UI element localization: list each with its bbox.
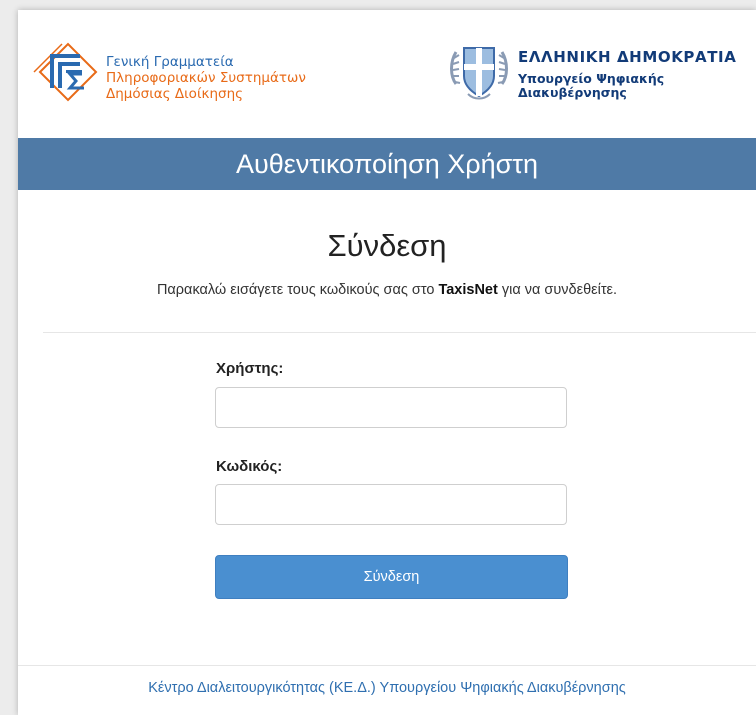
page-title: Αυθεντικοποίηση Χρήστη — [18, 138, 756, 190]
gsis-line-1: Γενική Γραμματεία — [106, 54, 234, 70]
password-label: Κωδικός: — [216, 458, 283, 475]
ministry-line-1: Υπουργείο Ψηφιακής — [518, 71, 665, 86]
gsis-name: Γενική Γραμματεία Πληροφοριακών Συστημάτ… — [106, 54, 306, 102]
login-button[interactable]: Σύνδεση — [215, 555, 568, 599]
gsis-line-2: Πληροφοριακών Συστημάτων — [106, 70, 306, 86]
page-header: Γενική Γραμματεία Πληροφοριακών Συστημάτ… — [18, 10, 756, 138]
login-instructions: Παρακαλώ εισάγετε τους κωδικούς σας στο … — [18, 280, 756, 300]
username-label: Χρήστης: — [216, 360, 284, 377]
instructions-text-before: Παρακαλώ εισάγετε τους κωδικούς σας στο — [156, 282, 439, 298]
login-heading: Σύνδεση — [327, 228, 447, 263]
government-name: ΕΛΛΗΝΙΚΗ ΔΗΜΟΚΡΑΤΙΑ Υπουργείο Ψηφιακής Δ… — [518, 48, 736, 100]
instructions-text-after: για να συνδεθείτε. — [497, 282, 618, 298]
footer-divider — [18, 665, 756, 666]
gsis-line-3: Δημόσιας Διοίκησης — [106, 86, 244, 102]
taxisnet-brand: TaxisNet — [438, 282, 498, 298]
footer-link[interactable]: Κέντρο Διαλειτουργικότητας (ΚΕ.Δ.) Υπουρ… — [18, 678, 756, 698]
ministry-line-2: Διακυβέρνησης — [518, 85, 627, 100]
gsis-logo-icon — [33, 42, 98, 102]
divider — [43, 332, 756, 333]
login-card: Γενική Γραμματεία Πληροφοριακών Συστημάτ… — [18, 10, 756, 715]
password-input[interactable] — [215, 484, 567, 525]
username-input[interactable] — [215, 387, 567, 428]
greek-coat-of-arms-icon — [450, 47, 508, 100]
gov-title: ΕΛΛΗΝΙΚΗ ΔΗΜΟΚΡΑΤΙΑ — [518, 48, 737, 66]
